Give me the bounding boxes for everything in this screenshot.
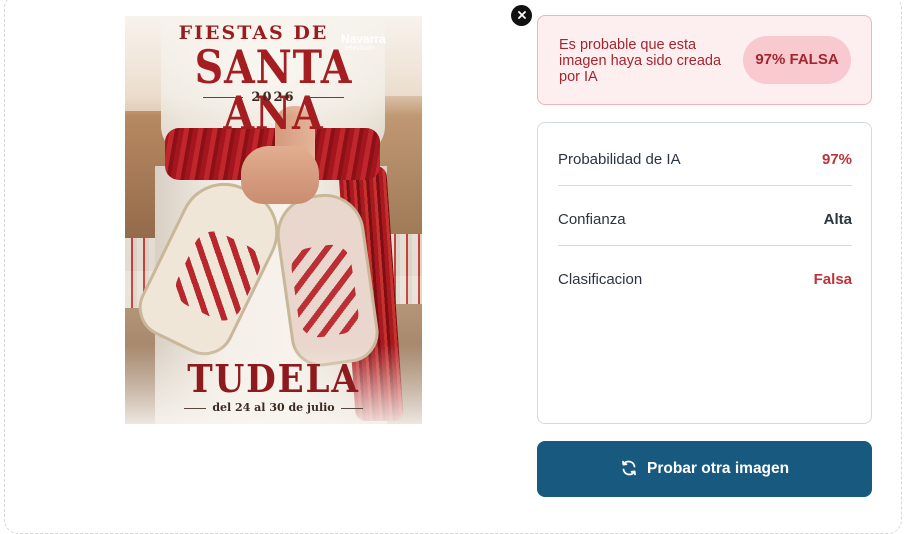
stat-row-ai-probability: Probabilidad de IA 97%: [558, 127, 852, 186]
stat-value: Falsa: [813, 271, 852, 288]
stat-row-confidence: Confianza Alta: [558, 187, 852, 246]
uploaded-image-poster: FIESTAS DE Navarra televisión SANTA ANA …: [125, 16, 422, 424]
stat-label: Confianza: [558, 211, 626, 228]
poster-year: 2026: [125, 90, 422, 105]
poster-dates: del 24 al 30 de julio: [125, 401, 422, 414]
poster-hand: [241, 146, 319, 204]
refresh-icon: [622, 460, 636, 476]
stat-value: 97%: [821, 151, 852, 168]
alert-message: Es probable que esta imagen haya sido cr…: [559, 37, 722, 85]
try-another-image-label: Probar otra imagen: [647, 460, 790, 477]
remove-image-button[interactable]: [511, 5, 532, 26]
stat-label: Clasificacion: [558, 271, 643, 288]
analysis-stats-card: Probabilidad de IA 97% Confianza Alta Cl…: [537, 122, 872, 424]
stat-label: Probabilidad de IA: [558, 151, 681, 168]
x-icon: [517, 10, 526, 19]
verdict-badge: 97% FALSA: [743, 36, 851, 84]
stat-row-classification: Clasificacion Falsa: [558, 247, 852, 306]
stat-value: Alta: [823, 211, 852, 228]
poster-city: TUDELA: [187, 356, 360, 401]
poster-lace-right: [289, 242, 361, 340]
try-another-image-button[interactable]: Probar otra imagen: [537, 441, 872, 497]
ai-detection-alert: Es probable que esta imagen haya sido cr…: [537, 15, 872, 105]
